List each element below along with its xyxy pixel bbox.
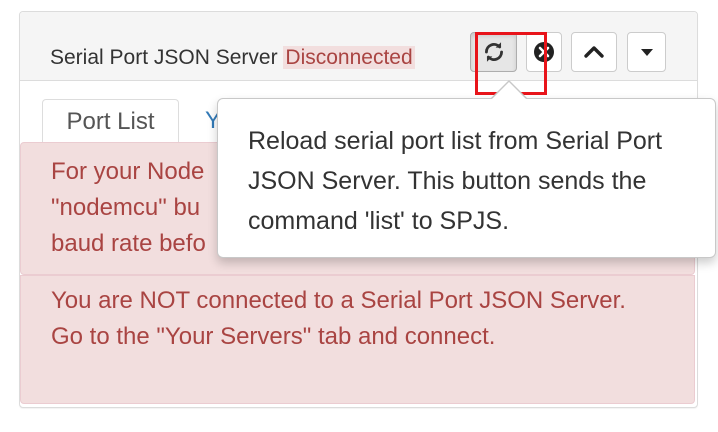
collapse-up-button[interactable] [571, 32, 617, 72]
status-badge: Disconnected [283, 46, 415, 69]
tooltip-text: Reload serial port list from Serial Port… [248, 127, 663, 235]
tab-port-list[interactable]: Port List [42, 99, 179, 143]
chevron-up-icon [584, 46, 604, 58]
not-connected-text: You are NOT connected to a Serial Port J… [51, 287, 626, 350]
not-connected-alert: You are NOT connected to a Serial Port J… [20, 275, 695, 404]
refresh-tooltip: Reload serial port list from Serial Port… [217, 98, 716, 258]
panel-heading: Serial Port JSON Server Disconnected [20, 12, 697, 95]
caret-down-icon [640, 49, 653, 56]
tooltip-arrow-fill [491, 82, 527, 100]
dropdown-button[interactable] [627, 32, 666, 72]
panel-title: Serial Port JSON Server Disconnected [50, 45, 470, 71]
title-text: Serial Port JSON Server [50, 46, 278, 69]
